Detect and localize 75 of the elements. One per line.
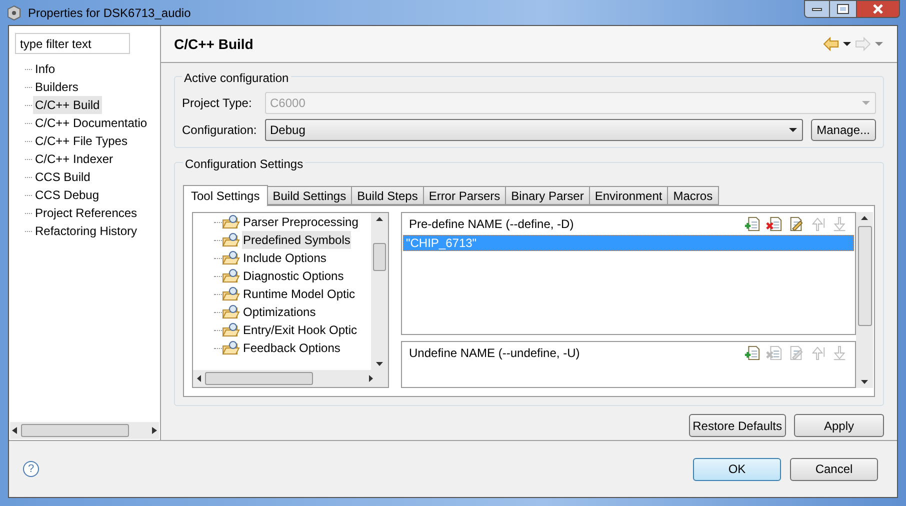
folder-icon [222, 268, 240, 284]
filter-field[interactable]: type filter text [15, 33, 130, 54]
action-button[interactable]: Restore Defaults [688, 414, 786, 437]
sidebar-item[interactable]: Refactoring History [33, 222, 140, 240]
maximize-button[interactable] [830, 0, 856, 18]
folder-icon [222, 232, 240, 248]
scroll-up-icon[interactable] [376, 217, 383, 221]
sidebar-item[interactable]: C/C++ Build [33, 96, 102, 114]
tree-item[interactable]: Optimizations [242, 303, 317, 321]
tab[interactable]: Binary Parser [505, 186, 590, 205]
folder-icon [222, 340, 240, 356]
scroll-up-icon[interactable] [861, 216, 868, 220]
minimize-button[interactable] [804, 0, 830, 18]
add-icon[interactable] [744, 216, 760, 232]
tab[interactable]: Macros [667, 186, 719, 205]
page-title: C/C++ Build [174, 34, 254, 54]
list-title: Pre-define NAME (--define, -D) [409, 216, 575, 233]
sidebar-item[interactable]: C/C++ Documentatio [33, 114, 150, 132]
app-icon [6, 4, 22, 20]
scroll-left-icon[interactable] [197, 375, 201, 382]
manage-button[interactable]: Manage... [810, 119, 876, 141]
tab[interactable]: Tool Settings [183, 185, 268, 206]
tree-item[interactable]: Runtime Model Optic [242, 285, 356, 303]
sidebar-item[interactable]: CCS Build [33, 168, 92, 186]
delete-icon[interactable] [766, 216, 782, 232]
folder-icon [222, 322, 240, 338]
horizontal-scrollbar[interactable] [193, 370, 388, 387]
list-title: Undefine NAME (--undefine, -U) [409, 345, 581, 362]
vertical-scrollbar[interactable] [371, 213, 388, 370]
edit-icon[interactable] [788, 216, 804, 232]
folder-icon [222, 214, 240, 230]
dropdown-arrow-icon [861, 100, 871, 106]
tree-item[interactable]: Entry/Exit Hook Optic [242, 321, 358, 339]
dropdown[interactable]: Debug [265, 119, 803, 141]
tab[interactable]: Error Parsers [422, 186, 506, 205]
close-icon [872, 4, 884, 14]
close-button[interactable] [856, 0, 900, 18]
horizontal-scrollbar[interactable] [10, 422, 159, 439]
dialog-button[interactable]: OK [693, 458, 781, 480]
sidebar-item[interactable]: C/C++ File Types [33, 132, 130, 150]
sidebar-item[interactable]: Project References [33, 204, 140, 222]
tree-item[interactable]: Diagnostic Options [242, 267, 345, 285]
tab[interactable]: Environment [588, 186, 668, 205]
sidebar-item[interactable]: Builders [33, 78, 80, 96]
action-button[interactable]: Apply [794, 414, 884, 437]
window-title: Properties for DSK6713_audio [28, 4, 192, 22]
folder-icon [222, 250, 240, 266]
vertical-scrollbar[interactable] [856, 212, 873, 388]
tab[interactable]: Build Settings [266, 186, 352, 205]
folder-icon [222, 304, 240, 320]
scroll-down-icon[interactable] [376, 362, 383, 366]
tree-item[interactable]: Predefined Symbols [242, 231, 352, 249]
tree-item[interactable]: Parser Preprocessing [242, 213, 360, 231]
scrollbar-thumb[interactable] [373, 243, 386, 271]
scroll-right-icon[interactable] [152, 427, 157, 434]
field-label: Project Type: [182, 95, 253, 112]
scrollbar-thumb[interactable] [205, 372, 313, 385]
add-icon[interactable] [744, 345, 760, 361]
sidebar-item[interactable]: Info [33, 60, 58, 78]
tree-item[interactable]: Include Options [242, 249, 328, 267]
scroll-left-icon[interactable] [12, 427, 17, 434]
scroll-right-icon[interactable] [369, 375, 373, 382]
dialog-button[interactable]: Cancel [790, 458, 878, 480]
dropdown-arrow-icon [788, 127, 798, 133]
dropdown-arrow-icon[interactable] [842, 41, 852, 47]
field-label: Configuration: [182, 122, 258, 139]
scrollbar-thumb[interactable] [858, 226, 872, 326]
tab[interactable]: Build Steps [351, 186, 424, 205]
tree-item[interactable]: Feedback Options [242, 339, 342, 357]
sidebar-item[interactable]: C/C++ Indexer [33, 150, 116, 168]
scrollbar-thumb[interactable] [21, 424, 129, 437]
help-button[interactable]: ? [23, 461, 39, 477]
sidebar-item[interactable]: CCS Debug [33, 186, 102, 204]
folder-icon [222, 286, 240, 302]
scroll-down-icon[interactable] [861, 380, 868, 384]
